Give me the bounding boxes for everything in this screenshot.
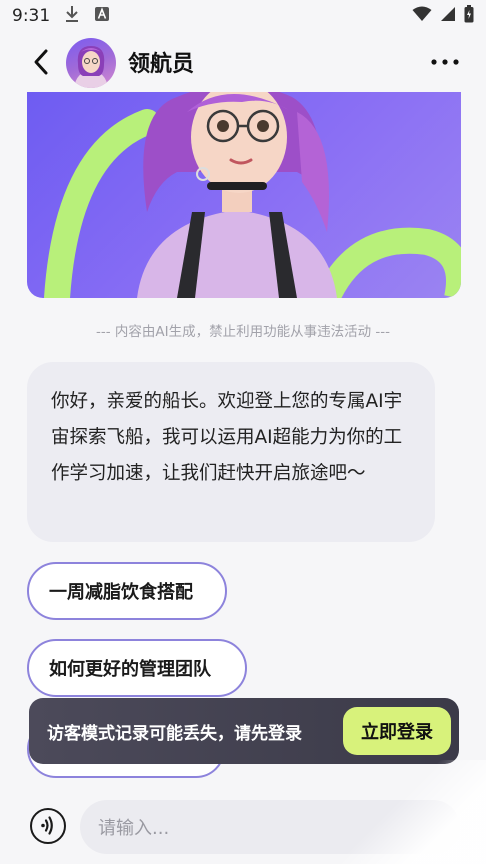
- toast-message: 访客模式记录可能丢失，请先登录: [47, 723, 302, 744]
- signal-icon: [440, 6, 456, 27]
- wifi-icon: [412, 6, 432, 27]
- app-header: 领航员: [0, 32, 486, 92]
- chevron-left-icon: [28, 49, 56, 82]
- more-icon: [430, 55, 460, 74]
- back-button[interactable]: [28, 46, 56, 78]
- ai-disclaimer: --- 内容由AI生成，禁止利用功能从事违法活动 ---: [95, 324, 391, 340]
- welcome-message-text: 你好，亲爱的船长。欢迎登上您的专属AI宇宙探索飞船，我可以运用AI超能力为你的工…: [51, 391, 403, 484]
- login-now-button[interactable]: 立即登录: [343, 707, 451, 755]
- suggestion-chip-label: 如何更好的管理团队: [49, 659, 211, 680]
- font-a-icon: [94, 6, 110, 27]
- status-bar: 9:31: [0, 0, 486, 32]
- avatar-image: [74, 46, 108, 88]
- suggestion-chip-label: 一周减脂饮食搭配: [49, 582, 193, 603]
- message-input-placeholder: 请输入...: [98, 818, 170, 839]
- input-bar: 请输入...: [0, 788, 486, 864]
- character-illustration: [44, 92, 461, 298]
- status-time: 9:31: [12, 6, 51, 26]
- hero-character-banner: [27, 92, 461, 298]
- guest-mode-toast: 访客模式记录可能丢失，请先登录 立即登录: [29, 698, 459, 764]
- avatar[interactable]: [66, 38, 116, 88]
- message-input[interactable]: 请输入...: [80, 800, 460, 854]
- page-title: 领航员: [128, 52, 195, 77]
- suggestion-chip-team[interactable]: 如何更好的管理团队: [27, 639, 247, 697]
- welcome-message-bubble: 你好，亲爱的船长。欢迎登上您的专属AI宇宙探索飞船，我可以运用AI超能力为你的工…: [27, 362, 435, 542]
- voice-button[interactable]: [30, 808, 66, 844]
- suggestion-chip-diet[interactable]: 一周减脂饮食搭配: [27, 562, 227, 620]
- battery-icon: [464, 4, 474, 28]
- download-icon: [64, 5, 80, 28]
- more-button[interactable]: [430, 54, 460, 70]
